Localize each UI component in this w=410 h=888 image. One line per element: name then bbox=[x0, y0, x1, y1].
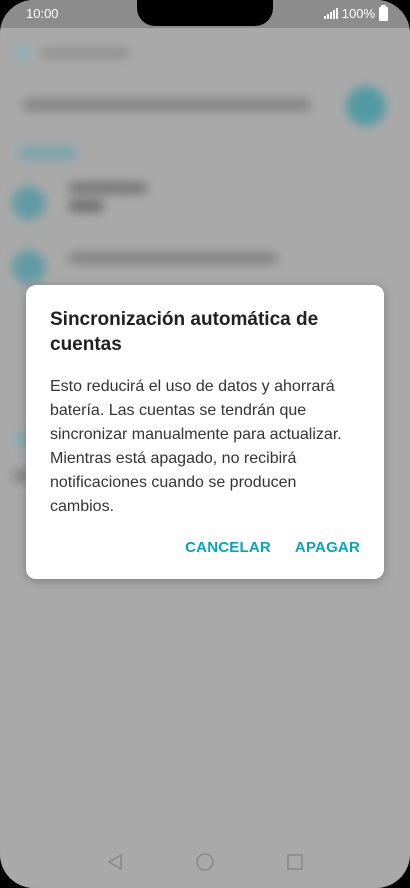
cancel-button[interactable]: CANCELAR bbox=[185, 539, 271, 556]
battery-icon bbox=[379, 4, 388, 21]
sync-dialog: Sincronización automática de cuentas Est… bbox=[26, 285, 384, 579]
recents-icon[interactable] bbox=[284, 851, 306, 873]
signal-icon bbox=[323, 8, 338, 19]
home-icon[interactable] bbox=[194, 851, 216, 873]
battery-percent: 100% bbox=[341, 6, 375, 21]
navigation-bar bbox=[0, 836, 410, 888]
device-frame: 10:00 100% Sincronización automática de … bbox=[0, 0, 410, 888]
status-right: 100% bbox=[323, 4, 388, 21]
turn-off-button[interactable]: APAGAR bbox=[295, 539, 360, 556]
back-icon[interactable] bbox=[104, 851, 126, 873]
dialog-message: Esto reducirá el uso de datos y ahorrará… bbox=[50, 378, 342, 515]
camera-notch bbox=[137, 0, 273, 26]
screen: 10:00 100% Sincronización automática de … bbox=[0, 0, 410, 888]
status-time: 10:00 bbox=[26, 6, 59, 21]
dialog-actions: CANCELAR APAGAR bbox=[185, 539, 360, 556]
status-bar: 10:00 100% bbox=[0, 0, 410, 28]
dialog-title: Sincronización automática de cuentas bbox=[50, 309, 319, 355]
